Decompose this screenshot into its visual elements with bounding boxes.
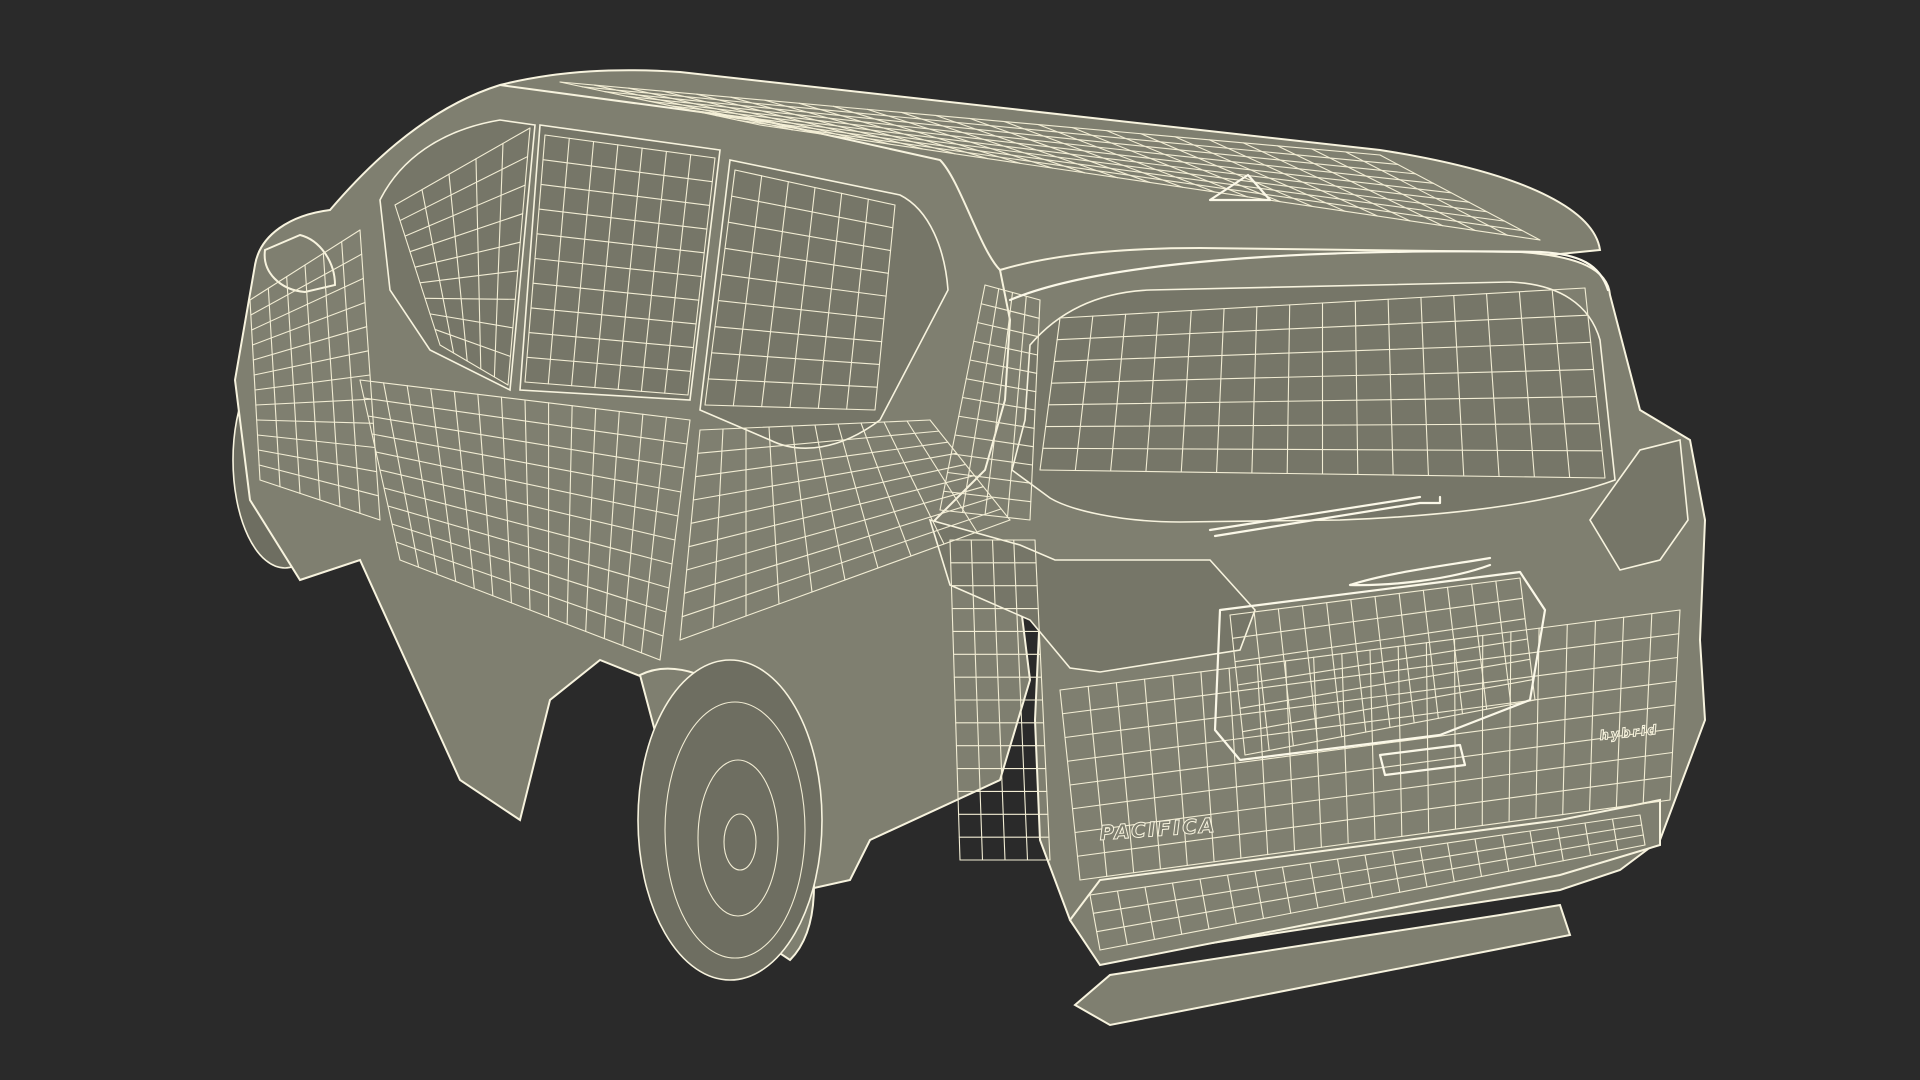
rear-left-wheel [637, 659, 823, 981]
car-wireframe-svg: PACIFICA hybrid [232, 69, 1707, 1027]
wireframe-render-viewport: PACIFICA hybrid [0, 0, 1920, 1080]
